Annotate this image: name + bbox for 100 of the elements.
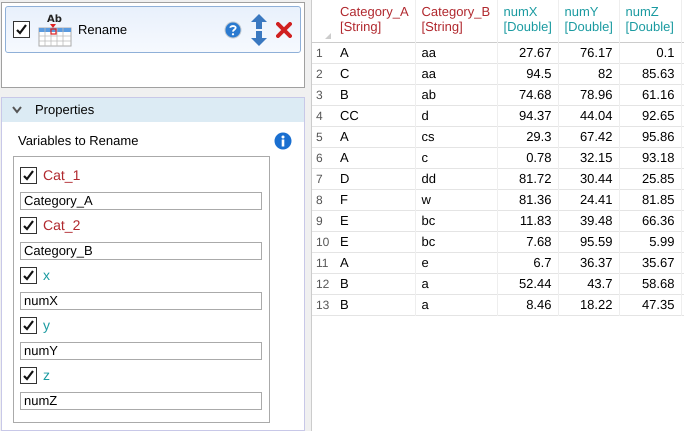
- table-cell: 81.85: [619, 189, 681, 210]
- table-cell: 47.35: [619, 294, 681, 315]
- info-icon[interactable]: [274, 132, 292, 150]
- row-number: 5: [312, 126, 334, 147]
- table-cell: CC: [334, 105, 415, 126]
- row-number: 9: [312, 210, 334, 231]
- input-field[interactable]: Category_B: [20, 242, 262, 260]
- table-cell: a: [415, 273, 497, 294]
- row-number: 3: [312, 84, 334, 105]
- table-cell: 92.65: [619, 105, 681, 126]
- table-cell: 82: [558, 63, 619, 84]
- table-cell: 36.37: [558, 252, 619, 273]
- variable-name: y: [43, 316, 50, 335]
- table-cell: 66.36: [619, 210, 681, 231]
- table-cell: 5.99: [619, 231, 681, 252]
- table-cell: A: [334, 42, 415, 63]
- table-cell: 58.68: [619, 273, 681, 294]
- table-cell: 25.85: [619, 168, 681, 189]
- step-card[interactable]: Ab Rename: [5, 6, 301, 53]
- table-cell: bc: [415, 210, 497, 231]
- table-cell: ab: [415, 84, 497, 105]
- row-number: 4: [312, 105, 334, 126]
- table-cell: D: [334, 168, 415, 189]
- table-cell: dd: [415, 168, 497, 189]
- column-header[interactable]: Category_B [String]: [415, 0, 497, 42]
- properties-header[interactable]: Properties: [2, 98, 304, 122]
- table-cell: 95.59: [558, 231, 619, 252]
- table-cell: a: [415, 294, 497, 315]
- checkbox[interactable]: [20, 267, 37, 284]
- table-cell: E: [334, 210, 415, 231]
- variable-name: x: [43, 266, 50, 285]
- variable-name: Cat_2: [43, 216, 80, 235]
- table-cell: 32.15: [558, 147, 619, 168]
- row-number: 12: [312, 273, 334, 294]
- table-cell: 52.44: [497, 273, 558, 294]
- table-cell: 39.48: [558, 210, 619, 231]
- table-cell: aa: [415, 63, 497, 84]
- table-cell: d: [415, 105, 497, 126]
- table-cell: 43.7: [558, 273, 619, 294]
- checkbox[interactable]: [13, 21, 30, 38]
- table-cell: 44.04: [558, 105, 619, 126]
- table-cell: aa: [415, 42, 497, 63]
- table-cell: 35.67: [619, 252, 681, 273]
- move-up-icon[interactable]: [250, 12, 268, 30]
- row-number: 2: [312, 63, 334, 84]
- table-cell: B: [334, 273, 415, 294]
- input-field[interactable]: numZ: [20, 392, 262, 410]
- table-cell: B: [334, 294, 415, 315]
- table-cell: 61.16: [619, 84, 681, 105]
- table-cell: A: [334, 252, 415, 273]
- table-cell: cs: [415, 126, 497, 147]
- checkbox[interactable]: [20, 217, 37, 234]
- table-cell: 6.7: [497, 252, 558, 273]
- table-cell: 85.63: [619, 63, 681, 84]
- table-cell: c: [415, 147, 497, 168]
- row-number: 7: [312, 168, 334, 189]
- row-number: 6: [312, 147, 334, 168]
- table-cell: A: [334, 147, 415, 168]
- row-number: 11: [312, 252, 334, 273]
- column-header[interactable]: Category_A [String]: [334, 0, 415, 42]
- variable-name: Cat_1: [43, 166, 80, 185]
- table-cell: F: [334, 189, 415, 210]
- table-cell: C: [334, 63, 415, 84]
- input-field[interactable]: numX: [20, 292, 262, 310]
- checkbox[interactable]: [20, 367, 37, 384]
- row-number: 8: [312, 189, 334, 210]
- table-cell: 29.3: [497, 126, 558, 147]
- step-title: Rename: [78, 20, 128, 39]
- table-cell: 81.36: [497, 189, 558, 210]
- table-cell: 81.72: [497, 168, 558, 189]
- table-cell: 27.67: [497, 42, 558, 63]
- table-cell: 94.5: [497, 63, 558, 84]
- table-cell: e: [415, 252, 497, 273]
- section-label: Variables to Rename: [18, 132, 138, 150]
- table-cell: 74.68: [497, 84, 558, 105]
- table-cell: 11.83: [497, 210, 558, 231]
- input-field[interactable]: Category_A: [20, 192, 262, 210]
- table-cell: 7.68: [497, 231, 558, 252]
- table-cell: 0.1: [619, 42, 681, 63]
- table-cell: 94.37: [497, 105, 558, 126]
- move-down-icon[interactable]: [250, 30, 268, 46]
- table-cell: 67.42: [558, 126, 619, 147]
- help-icon[interactable]: [224, 20, 242, 38]
- table-cell: A: [334, 126, 415, 147]
- checkbox[interactable]: [20, 167, 37, 184]
- input-field[interactable]: numY: [20, 342, 262, 360]
- table-cell: 95.86: [619, 126, 681, 147]
- table-cell: E: [334, 231, 415, 252]
- table-cell: bc: [415, 231, 497, 252]
- checkbox[interactable]: [20, 317, 37, 334]
- table-cell: 30.44: [558, 168, 619, 189]
- table-cell: 93.18: [619, 147, 681, 168]
- row-number: 10: [312, 231, 334, 252]
- table-cell: 24.41: [558, 189, 619, 210]
- row-number: 1: [312, 42, 334, 63]
- table-cell: 78.96: [558, 84, 619, 105]
- table-cell: B: [334, 84, 415, 105]
- table-cell: 0.78: [497, 147, 558, 168]
- delete-icon[interactable]: [276, 22, 292, 38]
- table-cell: 18.22: [558, 294, 619, 315]
